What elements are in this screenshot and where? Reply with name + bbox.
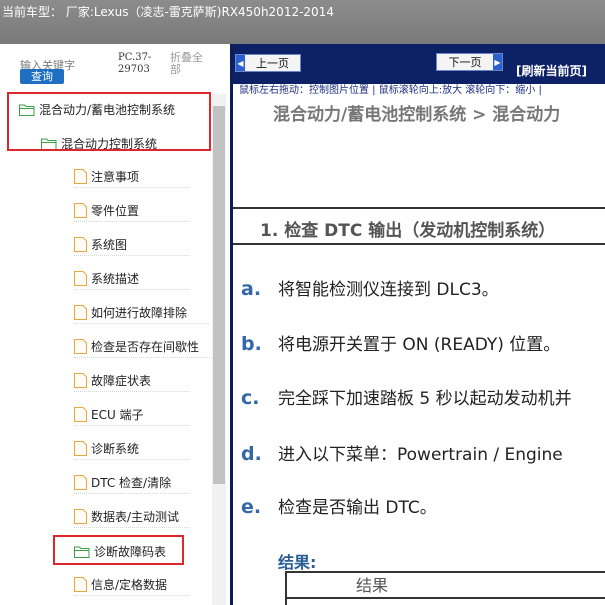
document-breadcrumb: 混合动力/蓄电池控制系统 > 混合动力 xyxy=(273,105,561,125)
arrow-left-icon: ◀ xyxy=(236,55,245,71)
tree-item-parts-location[interactable]: 零件位置 xyxy=(74,200,189,222)
prev-page-button[interactable]: ◀ 上一页 xyxy=(235,54,301,72)
tree-item-diagnosis-system[interactable]: 诊断系统 xyxy=(74,438,189,460)
arrow-right-icon: ▶ xyxy=(493,54,502,70)
next-page-button[interactable]: 下一页 ▶ xyxy=(436,53,503,71)
tree-item-label: 系统描述 xyxy=(91,272,140,286)
page-icon xyxy=(74,305,87,320)
result-table-header: 结果 xyxy=(287,573,605,599)
page-icon xyxy=(74,577,87,592)
tree-item-system-description[interactable]: 系统描述 xyxy=(74,268,189,290)
tree-item-label: 诊断系统 xyxy=(91,442,140,456)
step-item: c. 完全踩下加速踏板 5 秒以起动发动机并 xyxy=(241,387,572,409)
tree-item-label: 数据表/主动测试 xyxy=(91,510,180,524)
tree-item-dtc-check-clear[interactable]: DTC 检查/清除 xyxy=(74,472,189,494)
title-bar: 当前车型： 厂家:Lexus（凌志-雷克萨斯)RX450h2012-2014 xyxy=(0,0,605,44)
tree-item-label: DTC 检查/清除 xyxy=(91,476,172,490)
refresh-page-link[interactable]: [刷新当前页] xyxy=(516,62,587,79)
tree-item-freeze-frame-data[interactable]: 信息/定格数据 xyxy=(74,574,189,596)
divider xyxy=(233,207,605,209)
page-icon xyxy=(74,169,87,184)
sidebar: 输入关键字 查询 PC.37-29703 折叠全部 混合动力/蓄电池控制系统 混… xyxy=(0,44,230,605)
nav-bar: ◀ 上一页 下一页 ▶ [刷新当前页] xyxy=(233,44,605,84)
page-icon xyxy=(74,203,87,218)
result-table: 结果 xyxy=(285,571,605,605)
tree-item-label: 零件位置 xyxy=(91,204,140,218)
tree-item-label: 如何进行故障排除 xyxy=(91,306,188,320)
content-viewer: ◀ 上一页 下一页 ▶ [刷新当前页] 鼠标左右拖动：控制图片位置 | 鼠标滚轮… xyxy=(230,44,605,605)
tree-item-system-diagram[interactable]: 系统图 xyxy=(74,234,189,256)
page-icon xyxy=(74,339,87,354)
collapse-all-button[interactable]: 折叠全部 xyxy=(170,52,210,76)
tree-item-data-list-active-test[interactable]: 数据表/主动测试 xyxy=(74,506,189,528)
step-item: e. 检查是否输出 DTC。 xyxy=(241,496,437,518)
tree-item-symptom-table[interactable]: 故障症状表 xyxy=(74,370,189,392)
window-title: 当前车型： 厂家:Lexus（凌志-雷克萨斯)RX450h2012-2014 xyxy=(2,5,334,19)
result-label: 结果: xyxy=(278,553,317,572)
pc-code: PC.37-29703 xyxy=(118,52,152,75)
page-icon xyxy=(74,509,87,524)
step-title: 1. 检查 DTC 输出（发动机控制系统） xyxy=(260,221,556,241)
tree-item-label: 故障症状表 xyxy=(91,374,152,388)
step-item: b. 将电源开关置于 ON (READY) 位置。 xyxy=(241,333,561,355)
page-icon xyxy=(74,475,87,490)
sidebar-scrollbar[interactable] xyxy=(212,94,226,605)
highlight-box xyxy=(7,92,211,151)
sidebar-header: 输入关键字 查询 PC.37-29703 折叠全部 xyxy=(0,44,230,94)
nav-tree: 混合动力/蓄电池控制系统 混合动力控制系统 注意事项 零件位置 系统图 系统描述… xyxy=(0,92,212,605)
highlight-box xyxy=(53,535,184,565)
tree-item-precautions[interactable]: 注意事项 xyxy=(74,166,189,188)
tree-item-label: 信息/定格数据 xyxy=(91,578,168,592)
hint-bar: 鼠标左右拖动：控制图片位置 | 鼠标滚轮向上:放大 滚轮向下：缩小 | xyxy=(233,84,605,98)
page-icon xyxy=(74,237,87,252)
tree-item-label: 注意事项 xyxy=(91,170,140,184)
tree-item-intermittent-check[interactable]: 检查是否存在间歇性 xyxy=(74,336,212,358)
tree-item-label: ECU 端子 xyxy=(91,408,144,422)
page-icon xyxy=(74,441,87,456)
page-icon xyxy=(74,373,87,388)
step-item: d. 进入以下菜单：Powertrain / Engine xyxy=(241,443,563,465)
tree-item-how-to-troubleshoot[interactable]: 如何进行故障排除 xyxy=(74,302,209,324)
page-icon xyxy=(74,407,87,422)
page-icon xyxy=(74,271,87,286)
step-item: a. 将智能检测仪连接到 DLC3。 xyxy=(241,278,499,300)
divider xyxy=(233,243,605,245)
tree-item-label: 系统图 xyxy=(91,238,128,252)
query-button[interactable]: 查询 xyxy=(20,69,64,84)
tree-item-label: 检查是否存在间歇性 xyxy=(91,340,200,354)
scrollbar-thumb[interactable] xyxy=(213,106,225,484)
tree-item-ecu-terminals[interactable]: ECU 端子 xyxy=(74,404,189,426)
